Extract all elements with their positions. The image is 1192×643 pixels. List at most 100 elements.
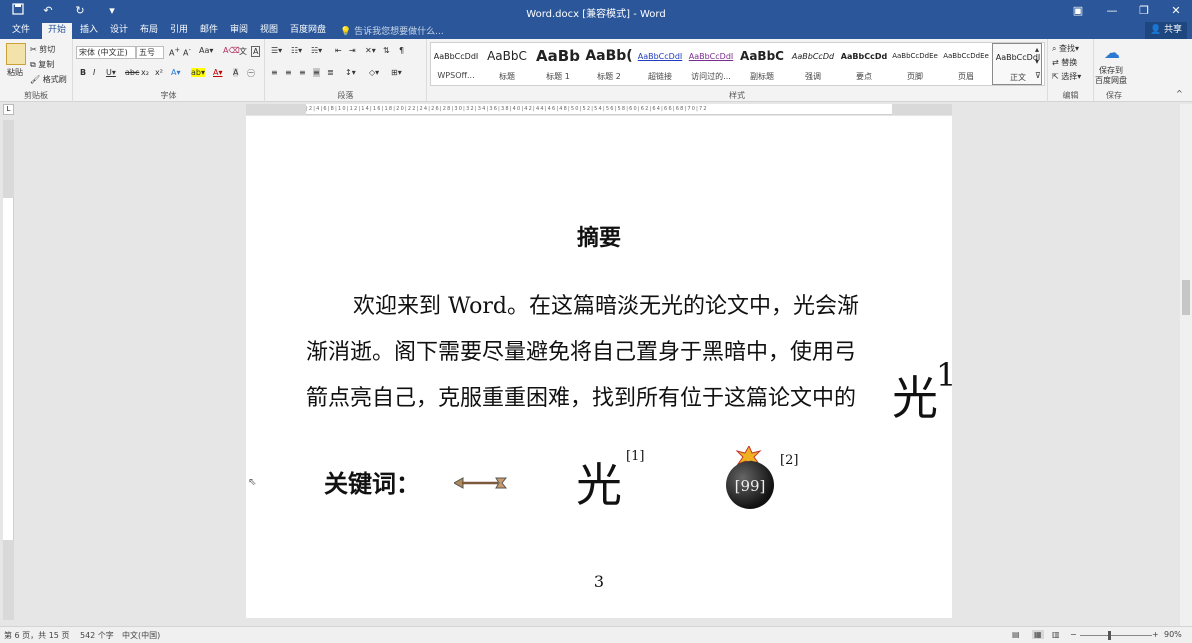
styles-more-icon[interactable]: ⊽ <box>1035 71 1041 80</box>
citation-2[interactable]: [2] <box>780 453 798 468</box>
tab-references[interactable]: 引用 <box>164 23 194 39</box>
font-name-select[interactable]: 宋体 (中文正) <box>76 46 136 59</box>
style-heading-2[interactable]: AaBb( 标题 2 <box>584 43 634 85</box>
copy-button[interactable]: ⧉ 复制 <box>30 59 54 70</box>
grow-font-icon[interactable]: A+ <box>169 46 180 58</box>
style-heading-1[interactable]: AaBb 标题 1 <box>533 43 583 85</box>
bomb-icon[interactable]: [99] <box>726 461 774 509</box>
style-strong[interactable]: AaBbCcDd 要点 <box>839 43 889 85</box>
web-layout-icon[interactable]: ▥ <box>1052 630 1060 639</box>
clear-formatting-icon[interactable]: A⌫ <box>223 46 240 55</box>
align-center-icon[interactable]: ≡ <box>285 68 292 77</box>
font-color-icon[interactable]: A▾ <box>213 68 223 77</box>
show-marks-icon[interactable]: ¶ <box>399 46 404 55</box>
character-shading-icon[interactable]: A <box>233 68 239 77</box>
replace-button[interactable]: ⇄ 替换 <box>1052 57 1077 68</box>
vertical-scrollbar[interactable] <box>1180 104 1192 626</box>
change-case-icon[interactable]: Aa▾ <box>199 46 213 55</box>
underline-icon[interactable]: U▾ <box>106 68 116 77</box>
style-wpsoffice[interactable]: AaBbCcDdI WPSOff... <box>431 43 481 85</box>
numbering-icon[interactable]: ☷▾ <box>291 46 302 55</box>
arrow-icon[interactable] <box>454 476 508 490</box>
decrease-indent-icon[interactable]: ⇤ <box>335 46 342 55</box>
baidu-netdisk-label[interactable]: 百度网盘 <box>1095 75 1127 86</box>
paste-label[interactable]: 粘贴 <box>7 67 23 78</box>
style-title[interactable]: AaBbC 标题 <box>482 43 532 85</box>
align-right-icon[interactable]: ≡ <box>299 68 306 77</box>
strikethrough-icon[interactable]: abc <box>125 68 139 77</box>
style-emphasis[interactable]: AaBbCcDd 强调 <box>788 43 838 85</box>
styles-scroll-down-icon[interactable]: ▾ <box>1035 57 1039 66</box>
citation-1[interactable]: [1] <box>626 449 644 464</box>
justify-icon[interactable]: ≡ <box>313 68 320 77</box>
enclose-characters-icon[interactable]: ㊀ <box>247 68 255 79</box>
style-hyperlink[interactable]: AaBbCcDdI 超链接 <box>635 43 685 85</box>
shrink-font-icon[interactable]: A- <box>183 46 191 58</box>
distributed-icon[interactable]: ≣ <box>327 68 334 77</box>
line-spacing-icon[interactable]: ↕▾ <box>345 68 356 77</box>
find-button[interactable]: ⌕ 查找▾ <box>1052 43 1079 54</box>
style-header[interactable]: AaBbCcDdEe 页眉 <box>941 43 991 85</box>
zoom-out-icon[interactable]: − <box>1070 630 1077 639</box>
tab-design[interactable]: 设计 <box>104 23 134 39</box>
zoom-slider[interactable] <box>1080 635 1152 636</box>
minimize-button[interactable]: — <box>1096 0 1128 22</box>
cut-button[interactable]: ✂ 剪切 <box>30 44 55 55</box>
vertical-ruler[interactable] <box>3 120 14 620</box>
word-count[interactable]: 542 个字 <box>80 630 114 641</box>
scrollbar-thumb[interactable] <box>1182 280 1190 315</box>
subscript-icon[interactable]: x₂ <box>141 68 149 77</box>
language-indicator[interactable]: 中文(中国) <box>122 630 160 641</box>
tab-baidu-netdisk[interactable]: 百度网盘 <box>284 23 332 39</box>
tab-insert[interactable]: 插入 <box>74 23 104 39</box>
highlight-color-icon[interactable]: ab▾ <box>191 68 205 77</box>
close-button[interactable]: ✕ <box>1160 0 1192 22</box>
restore-button[interactable]: ❐ <box>1128 0 1160 22</box>
character-border-icon[interactable]: A <box>251 46 261 57</box>
tab-file[interactable]: 文件 <box>6 23 36 39</box>
font-size-select[interactable]: 五号 <box>136 46 164 59</box>
tab-review[interactable]: 审阅 <box>224 23 254 39</box>
increase-indent-icon[interactable]: ⇥ <box>349 46 356 55</box>
select-button[interactable]: ⇱ 选择▾ <box>1052 71 1081 82</box>
share-button[interactable]: 👤 共享 <box>1145 22 1187 39</box>
page-count[interactable]: 第 6 页，共 15 页 <box>4 630 69 641</box>
tab-selector-icon[interactable]: L <box>3 104 14 115</box>
style-preview: AaBbCcDdI <box>637 52 683 61</box>
horizontal-ruler[interactable]: |2|4|6|8|10|12|14|16|18|20|22|24|26|28|3… <box>246 104 952 115</box>
tab-view[interactable]: 视图 <box>254 23 284 39</box>
read-mode-icon[interactable]: ▤ <box>1012 630 1020 639</box>
phonetic-guide-icon[interactable]: 文 <box>239 46 247 57</box>
tab-layout[interactable]: 布局 <box>134 23 164 39</box>
paste-icon[interactable] <box>6 43 26 65</box>
tab-mailings[interactable]: 邮件 <box>194 23 224 39</box>
style-footer[interactable]: AaBbCcDdEe 页脚 <box>890 43 940 85</box>
bullets-icon[interactable]: ☰▾ <box>271 46 282 55</box>
borders-icon[interactable]: ⊞▾ <box>391 68 402 77</box>
align-left-icon[interactable]: ≡ <box>271 68 278 77</box>
text-effects-icon[interactable]: A▾ <box>171 68 181 77</box>
collapse-ribbon-icon[interactable]: ^ <box>1176 89 1183 98</box>
sort-icon[interactable]: ⇅ <box>383 46 390 55</box>
style-followed-hyperlink[interactable]: AaBbCcDdI 访问过的... <box>686 43 736 85</box>
styles-scroll-up-icon[interactable]: ▴ <box>1035 45 1039 54</box>
bold-icon[interactable]: B <box>80 68 86 77</box>
tab-home[interactable]: 开始 <box>42 23 73 39</box>
multilevel-list-icon[interactable]: ☵▾ <box>311 46 322 55</box>
format-painter-button[interactable]: 🖌 格式刷 <box>30 74 67 85</box>
zoom-level[interactable]: 90% <box>1164 630 1182 639</box>
zoom-in-icon[interactable]: + <box>1152 630 1159 639</box>
keyword-light[interactable]: 光 <box>576 449 622 515</box>
shading-icon[interactable]: ◇▾ <box>369 68 379 77</box>
italic-icon[interactable]: I <box>93 68 95 77</box>
baidu-cloud-icon[interactable]: ☁ <box>1104 43 1120 62</box>
document-page[interactable]: 摘要 欢迎来到 Word。在这篇暗淡无光的论文中，光会渐 渐消逝。阁下需要尽量避… <box>246 116 952 618</box>
style-subtitle[interactable]: AaBbC 副标题 <box>737 43 787 85</box>
light-glyph-large[interactable]: 光 <box>892 362 938 428</box>
superscript-icon[interactable]: x² <box>155 68 163 77</box>
chinese-layout-icon[interactable]: ✕▾ <box>365 46 376 55</box>
tell-me-box[interactable]: 💡 告诉我您想要做什么... <box>340 24 444 37</box>
print-layout-icon[interactable]: ▦ <box>1032 630 1044 639</box>
zoom-slider-thumb[interactable] <box>1108 631 1111 640</box>
ribbon-display-options-icon[interactable]: ▣ <box>1062 0 1094 22</box>
